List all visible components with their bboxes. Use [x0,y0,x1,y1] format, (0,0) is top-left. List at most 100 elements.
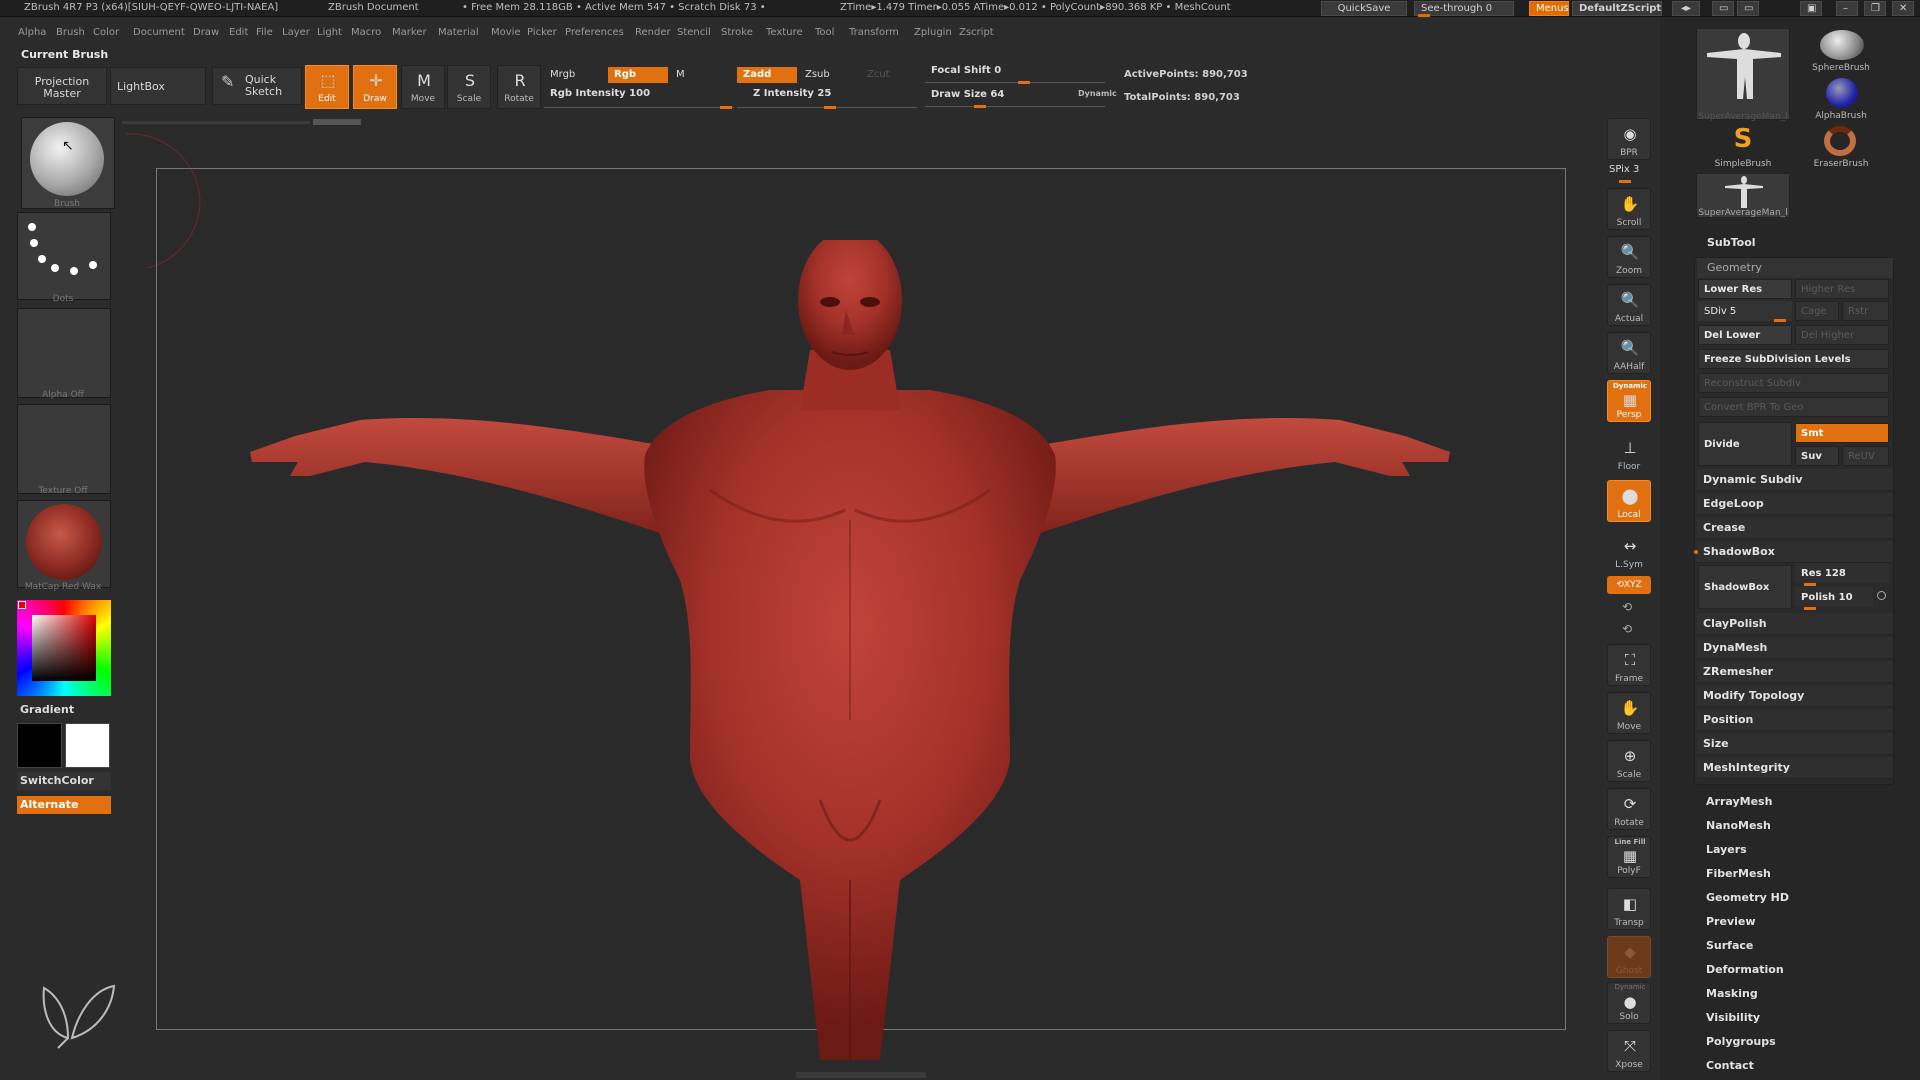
sphere-brush-icon[interactable] [1820,30,1864,60]
claypolish-section[interactable]: ClayPolish [1697,613,1893,635]
z-intensity-slider[interactable]: Z Intensity 25 [747,86,917,102]
sdiv-slider[interactable]: SDiv 5 [1698,301,1792,321]
draw-size-knob[interactable] [974,105,986,108]
windows-icon[interactable]: ▭ [1737,1,1759,16]
quicksave-button[interactable]: QuickSave [1321,1,1407,16]
actual-button[interactable]: 🔍 Actual [1607,284,1651,326]
menu-stroke[interactable]: Stroke [721,27,753,38]
fibermesh-section[interactable]: FiberMesh [1706,867,1771,880]
lower-res-button[interactable]: Lower Res [1698,279,1792,299]
rgb-intensity-slider[interactable]: Rgb Intensity 100 [544,86,734,102]
eraser-brush-icon[interactable] [1824,126,1856,156]
preview-section[interactable]: Preview [1706,915,1756,928]
draw-size-slider[interactable]: Draw Size 64 [925,87,1045,103]
edgeloop-section[interactable]: EdgeLoop [1697,493,1893,515]
floor-button[interactable]: ⊥ Floor [1607,432,1651,474]
menu-movie[interactable]: Movie [491,27,521,38]
switch-color-button[interactable]: SwitchColor [17,772,111,790]
zremesher-section[interactable]: ZRemesher [1697,661,1893,683]
menu-render[interactable]: Render [635,27,671,38]
solo-button[interactable]: Dynamic ● Solo [1607,982,1651,1024]
simple-brush-icon[interactable]: S [1728,124,1758,154]
primary-color-swatch[interactable] [65,723,110,768]
edit-button[interactable]: ⬚ Edit [305,65,349,109]
meshintegrity-section[interactable]: MeshIntegrity [1697,757,1893,779]
restore-icon[interactable]: ❐ [1864,1,1886,16]
del-lower-button[interactable]: Del Lower [1698,325,1792,345]
higher-res-button[interactable]: Higher Res [1795,279,1889,299]
bottom-tray-handle[interactable] [796,1072,926,1078]
menu-layer[interactable]: Layer [282,27,310,38]
focal-shift-knob[interactable] [1018,81,1030,84]
rgb-intensity-knob[interactable] [720,106,732,109]
polyf-button[interactable]: Line Fill ▦ PolyF [1607,836,1651,878]
visibility-section[interactable]: Visibility [1706,1011,1760,1024]
polygroups-section[interactable]: Polygroups [1706,1035,1776,1048]
rotate-button[interactable]: R Rotate [497,65,541,109]
convert-bpr-button[interactable]: Convert BPR To Geo [1698,397,1889,417]
zoom-button[interactable]: 🔍 Zoom [1607,236,1651,278]
masking-section[interactable]: Masking [1706,987,1758,1000]
persp-button[interactable]: Dynamic ▦ Persp [1607,380,1651,422]
human-model[interactable] [240,240,1460,1060]
dynamesh-section[interactable]: DynaMesh [1697,637,1893,659]
reconstruct-subdiv-button[interactable]: Reconstruct Subdiv [1698,373,1889,393]
menu-stencil[interactable]: Stencil [677,27,711,38]
geometry-hd-section[interactable]: Geometry HD [1706,891,1789,904]
alpha-brush-icon[interactable] [1826,78,1858,108]
window-icon[interactable]: ▭ [1712,1,1734,16]
polish-circle-icon[interactable] [1877,591,1886,600]
minimize-icon[interactable]: – [1836,1,1858,16]
reuv-toggle[interactable]: ReUV [1842,446,1889,466]
lock-icon[interactable]: ▣ [1800,1,1822,16]
scale-button[interactable]: S Scale [447,65,491,109]
lsym-button[interactable]: ↔ L.Sym [1607,530,1651,572]
xpose-button[interactable]: ⤧ Xpose [1607,1030,1651,1072]
sdiv-knob[interactable] [1774,319,1786,322]
tool-thumb-superaverageman[interactable] [1696,28,1790,120]
alpha-thumbnail[interactable] [17,308,111,398]
polish-knob[interactable] [1804,607,1816,610]
xyz-button[interactable]: ⟲XYZ [1607,576,1651,594]
color-picker[interactable] [17,600,111,696]
shadowbox-section[interactable]: ShadowBox [1697,541,1893,563]
nanomesh-section[interactable]: NanoMesh [1706,819,1771,832]
brush-thumbnail[interactable]: ↖ [21,117,115,209]
menu-document[interactable]: Document [133,27,185,38]
divide-button[interactable]: Divide [1698,422,1792,466]
color-saturation-square[interactable] [32,615,96,681]
menu-texture[interactable]: Texture [766,27,803,38]
suv-toggle[interactable]: Suv [1795,446,1839,466]
layout-prev-icon[interactable]: ◂▸ [1672,1,1700,16]
z-intensity-knob[interactable] [824,106,836,109]
dynamic-toggle[interactable]: Dynamic [1078,89,1117,98]
layers-section[interactable]: Layers [1706,843,1747,856]
projection-master-button[interactable]: Projection Master [17,67,107,105]
menus-button[interactable]: Menus [1529,1,1569,16]
menu-edit[interactable]: Edit [229,27,248,38]
subtool-header[interactable]: SubTool [1707,236,1756,249]
alternate-button[interactable]: Alternate [17,796,111,814]
scroll-button[interactable]: ✋ Scroll [1607,188,1651,230]
menu-file[interactable]: File [256,27,273,38]
dynamic-subdiv-section[interactable]: Dynamic Subdiv [1697,469,1893,491]
rstr-button[interactable]: Rstr [1842,301,1889,321]
menu-material[interactable]: Material [438,27,479,38]
lightbox-button[interactable]: LightBox [110,67,206,105]
secondary-color-swatch[interactable] [17,723,62,768]
move-button[interactable]: M Move [401,65,445,109]
res-knob[interactable] [1804,583,1816,586]
transp-button[interactable]: ◧ Transp [1607,888,1651,930]
smt-toggle[interactable]: Smt [1795,423,1889,443]
spix-knob[interactable] [1619,180,1631,183]
rgb-button[interactable]: Rgb [608,67,668,83]
canvas-scrollbar-thumb[interactable] [313,119,361,125]
del-higher-button[interactable]: Del Higher [1795,325,1889,345]
menu-tool[interactable]: Tool [815,27,834,38]
zadd-button[interactable]: Zadd [737,67,797,83]
menu-color[interactable]: Color [93,27,119,38]
material-thumbnail[interactable] [17,500,111,588]
draw-button[interactable]: ✛ Draw [353,65,397,109]
scale-view-button[interactable]: ⊕ Scale [1607,740,1651,782]
local-button[interactable]: ⬤ Local [1607,480,1651,522]
